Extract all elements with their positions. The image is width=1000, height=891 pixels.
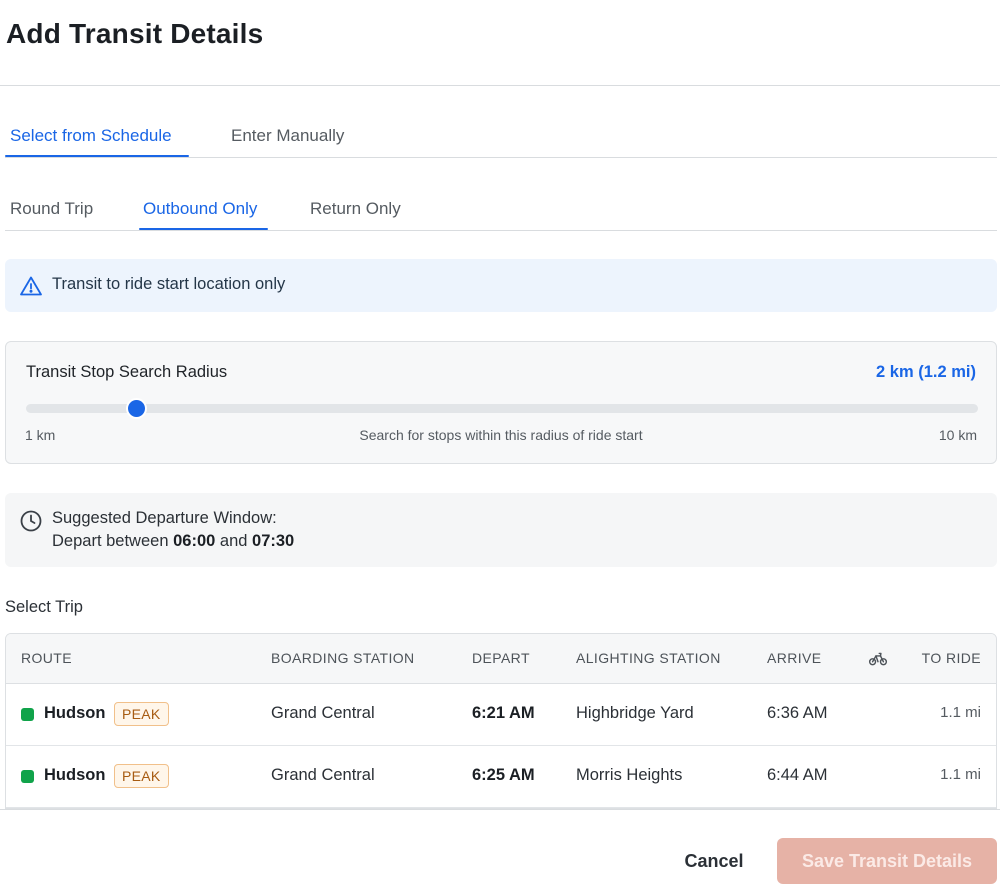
boarding-station: Grand Central bbox=[271, 766, 375, 784]
column-header-arrive: ARRIVE bbox=[767, 650, 822, 666]
info-banner: Transit to ride start location only bbox=[5, 259, 997, 312]
departure-end-time: 07:30 bbox=[252, 532, 295, 550]
column-header-depart: DEPART bbox=[472, 650, 530, 666]
tab-enter-manually[interactable]: Enter Manually bbox=[231, 126, 344, 146]
tab-select-from-schedule[interactable]: Select from Schedule bbox=[10, 126, 172, 146]
column-header-alighting-station: ALIGHTING STATION bbox=[576, 650, 721, 666]
cancel-button[interactable]: Cancel bbox=[665, 838, 763, 884]
departure-start-time: 06:00 bbox=[173, 532, 216, 550]
footer-divider bbox=[0, 809, 1000, 810]
alighting-station: Morris Heights bbox=[576, 766, 683, 784]
distance-to-ride: 1.1 mi bbox=[940, 766, 981, 783]
boarding-station: Grand Central bbox=[271, 704, 375, 722]
departure-window-text: Depart between 06:00 and 07:30 bbox=[52, 532, 295, 550]
search-radius-slider-track[interactable] bbox=[26, 404, 978, 413]
arrive-time: 6:36 AM bbox=[767, 704, 828, 722]
tab-active-underline bbox=[139, 228, 268, 230]
route-color-dot bbox=[21, 708, 34, 721]
table-row[interactable]: Hudson PEAK Grand Central 6:25 AM Morris… bbox=[6, 746, 996, 808]
column-header-route: ROUTE bbox=[21, 650, 72, 666]
tab-active-underline bbox=[5, 155, 189, 157]
tab-outbound-only[interactable]: Outbound Only bbox=[143, 199, 257, 219]
info-banner-text: Transit to ride start location only bbox=[52, 275, 286, 293]
column-header-to-ride: TO RIDE bbox=[921, 650, 981, 666]
select-trip-label: Select Trip bbox=[5, 598, 83, 616]
column-header-boarding-station: BOARDING STATION bbox=[271, 650, 415, 666]
clock-icon bbox=[19, 509, 43, 533]
route-name: Hudson bbox=[44, 766, 106, 784]
table-header: ROUTE BOARDING STATION DEPART ALIGHTING … bbox=[6, 634, 996, 684]
save-transit-details-button[interactable]: Save Transit Details bbox=[777, 838, 997, 884]
tab-return-only[interactable]: Return Only bbox=[310, 199, 401, 219]
search-radius-max-label: 10 km bbox=[938, 427, 977, 443]
table-row[interactable]: Hudson PEAK Grand Central 6:21 AM Highbr… bbox=[6, 684, 996, 746]
search-radius-value: 2 km (1.2 mi) bbox=[876, 363, 976, 381]
modal-title: Add Transit Details bbox=[6, 18, 264, 49]
warning-triangle-icon bbox=[19, 274, 43, 298]
tab-round-trip[interactable]: Round Trip bbox=[10, 199, 93, 219]
arrive-time: 6:44 AM bbox=[767, 766, 828, 784]
search-radius-slider-thumb[interactable] bbox=[128, 400, 145, 417]
route-name: Hudson bbox=[44, 704, 106, 722]
departure-window-card: Suggested Departure Window: Depart betwe… bbox=[5, 493, 997, 567]
distance-to-ride: 1.1 mi bbox=[940, 704, 981, 721]
search-radius-hint: Search for stops within this radius of r… bbox=[359, 427, 643, 443]
alighting-station: Highbridge Yard bbox=[576, 704, 694, 722]
search-radius-label: Transit Stop Search Radius bbox=[26, 363, 228, 381]
peak-badge: PEAK bbox=[114, 702, 169, 726]
header-divider bbox=[0, 85, 1000, 86]
peak-badge: PEAK bbox=[114, 764, 169, 788]
departure-window-title: Suggested Departure Window: bbox=[52, 509, 277, 527]
bicycle-icon bbox=[868, 648, 888, 671]
depart-time: 6:21 AM bbox=[472, 704, 535, 722]
depart-time: 6:25 AM bbox=[472, 766, 535, 784]
route-color-dot bbox=[21, 770, 34, 783]
trips-table: ROUTE BOARDING STATION DEPART ALIGHTING … bbox=[5, 633, 997, 809]
search-radius-card: Transit Stop Search Radius 2 km (1.2 mi)… bbox=[5, 341, 997, 464]
